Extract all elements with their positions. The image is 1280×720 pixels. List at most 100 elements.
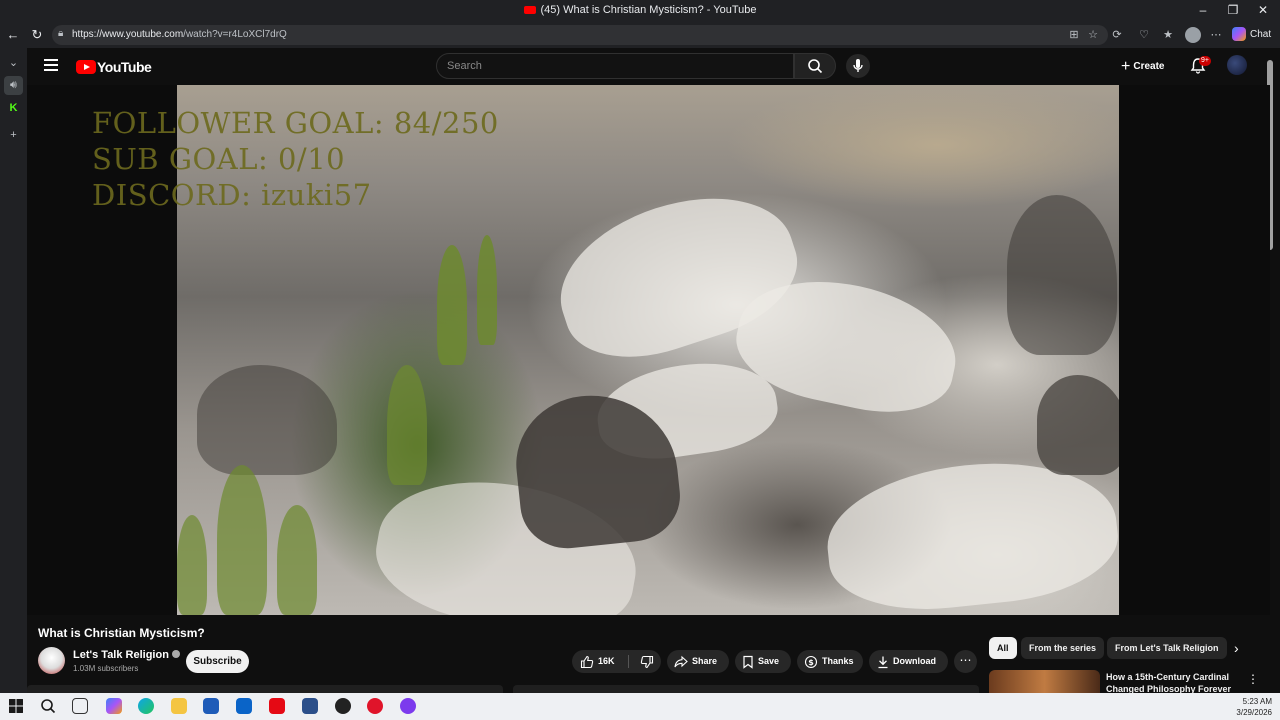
minimize-icon[interactable]: – — [1188, 3, 1218, 17]
channel-avatar[interactable] — [38, 647, 65, 674]
save-button[interactable]: Save — [735, 650, 791, 673]
plus-icon: + — [1121, 58, 1131, 75]
app-grid-icon[interactable]: ⊞ — [1066, 27, 1082, 43]
more-options-icon[interactable]: ⋯ — [1208, 27, 1224, 43]
sub-goal-text: SUB GOAL: 0/10 — [92, 142, 346, 176]
audio-tab-icon[interactable]: 🔊︎ — [4, 76, 23, 95]
windows-start-icon[interactable] — [8, 698, 24, 714]
create-button[interactable]: + Create — [1121, 58, 1164, 76]
back-icon[interactable]: ← — [4, 26, 22, 44]
youtube-page: YouTube +Create 9+ — [27, 48, 1280, 693]
browser-toolbar: ← ↻ 🔒︎ https://www.youtube.com/watch?v=r… — [0, 22, 1280, 48]
lock-icon: 🔒︎ — [58, 28, 64, 39]
notification-badge: 9+ — [1199, 56, 1211, 66]
copilot-taskbar-icon[interactable] — [106, 698, 122, 714]
url-host: https://www.youtube.com — [72, 29, 184, 40]
search-input[interactable] — [437, 54, 793, 78]
window-title: (45) What is Christian Mysticism? - YouT… — [0, 4, 1280, 16]
microsoft-store-icon[interactable] — [203, 698, 219, 714]
chip-from-channel[interactable]: From Let's Talk Religion — [1107, 637, 1227, 659]
super-thanks-icon: $ — [804, 655, 818, 668]
save-label: Save — [758, 656, 780, 666]
chip-from-the-series[interactable]: From the series — [1021, 637, 1105, 659]
bookmark-icon — [743, 655, 753, 669]
thumbs-down-icon — [640, 655, 654, 668]
share-icon — [674, 655, 688, 667]
browser-title-bar: (45) What is Christian Mysticism? - YouT… — [0, 0, 1280, 22]
verified-check-icon — [171, 650, 180, 658]
like-button[interactable]: 16K — [572, 650, 628, 673]
recommendation-title[interactable]: How a 15th-Century Cardinal Changed Phil… — [1106, 671, 1241, 693]
browser-essentials-icon[interactable]: ♡ — [1136, 27, 1152, 43]
like-dislike-group: 16K — [572, 650, 661, 673]
video-player[interactable]: FOLLOWER GOAL: 84/250 SUB GOAL: 0/10 DIS… — [27, 85, 1270, 615]
kick-app-icon[interactable]: K — [4, 99, 23, 118]
url-text[interactable]: https://www.youtube.com/watch?v=r4LoXCl7… — [72, 29, 287, 40]
obs-app-icon[interactable] — [335, 698, 351, 714]
search-button[interactable] — [794, 53, 836, 79]
opera-browser-icon[interactable] — [367, 698, 383, 714]
dislike-button[interactable] — [634, 650, 661, 673]
menu-icon[interactable] — [44, 59, 58, 71]
follower-goal-text: FOLLOWER GOAL: 84/250 — [92, 106, 499, 140]
browser-sidebar: ⌄ 🔊︎ K + — [0, 48, 27, 693]
microphone-icon — [853, 59, 863, 72]
description-panel-edge — [27, 685, 503, 693]
favorite-star-icon[interactable]: ☆ — [1085, 27, 1101, 43]
outlook-icon[interactable] — [236, 698, 252, 714]
recommendation-thumbnail[interactable] — [989, 670, 1100, 693]
download-button[interactable]: Download — [869, 650, 948, 673]
chip-all[interactable]: All — [989, 637, 1017, 659]
search-box — [436, 53, 794, 79]
clock-time: 5:23 AM — [1242, 697, 1272, 706]
file-explorer-icon[interactable] — [171, 698, 187, 714]
thumbs-up-icon — [580, 655, 594, 668]
thanks-label: Thanks — [822, 656, 854, 666]
copilot-icon — [1232, 27, 1246, 42]
subscribe-button[interactable]: Subscribe — [186, 650, 249, 673]
chevron-right-icon[interactable]: › — [1234, 640, 1239, 656]
recommendation-menu-icon[interactable]: ⋮ — [1247, 672, 1259, 686]
more-actions-icon[interactable]: ⋯ — [954, 650, 977, 673]
collapse-chevron-icon[interactable]: ⌄ — [4, 54, 23, 73]
download-label: Download — [893, 656, 936, 666]
add-tab-icon[interactable]: + — [4, 126, 23, 145]
youtube-logo[interactable]: YouTube — [76, 58, 152, 75]
youtube-wordmark: YouTube — [97, 58, 152, 75]
svg-text:$: $ — [808, 658, 814, 667]
favorites-icon[interactable]: ★ — [1160, 27, 1176, 43]
restore-icon[interactable]: ❐ — [1218, 3, 1248, 17]
like-count: 16K — [598, 656, 615, 666]
reload-icon[interactable]: ↻ — [28, 26, 46, 44]
system-clock[interactable]: 5:23 AM 3/29/2026 — [1236, 696, 1272, 718]
taskbar-search-icon[interactable] — [40, 698, 56, 714]
like-divider — [628, 655, 629, 668]
thanks-button[interactable]: $ Thanks — [797, 650, 863, 673]
channel-name[interactable]: Let's Talk Religion — [73, 649, 180, 661]
copilot-chat-button[interactable]: Chat — [1232, 26, 1271, 44]
account-avatar[interactable] — [1227, 55, 1247, 75]
youtube-app-icon[interactable] — [269, 698, 285, 714]
window-title-text: (45) What is Christian Mysticism? - YouT… — [540, 4, 757, 16]
create-label: Create — [1133, 61, 1165, 72]
windows-taskbar: 5:23 AM 3/29/2026 — [0, 693, 1280, 720]
clock-date: 3/29/2026 — [1236, 708, 1272, 717]
extensions-icon[interactable]: ⟳ — [1109, 27, 1125, 43]
discord-app-icon[interactable] — [400, 698, 416, 714]
stream-goal-overlay: FOLLOWER GOAL: 84/250 SUB GOAL: 0/10 DIS… — [92, 105, 499, 213]
close-icon[interactable]: ✕ — [1248, 3, 1278, 17]
youtube-play-icon — [76, 59, 96, 74]
share-button[interactable]: Share — [667, 650, 729, 673]
download-icon — [878, 656, 888, 668]
search-icon — [808, 59, 823, 74]
url-path: /watch?v=r4LoXCl7drQ — [183, 29, 287, 40]
edge-browser-icon[interactable] — [138, 698, 154, 714]
settings-app-icon[interactable] — [302, 698, 318, 714]
discord-text: DISCORD: izuki57 — [92, 178, 372, 212]
task-view-icon[interactable] — [72, 698, 88, 714]
voice-search-button[interactable] — [846, 54, 870, 78]
youtube-favicon-icon — [523, 6, 536, 15]
youtube-header: YouTube +Create 9+ — [27, 48, 1280, 85]
address-bar[interactable]: 🔒︎ https://www.youtube.com/watch?v=r4LoX… — [52, 25, 1108, 45]
profile-avatar[interactable] — [1185, 27, 1201, 43]
